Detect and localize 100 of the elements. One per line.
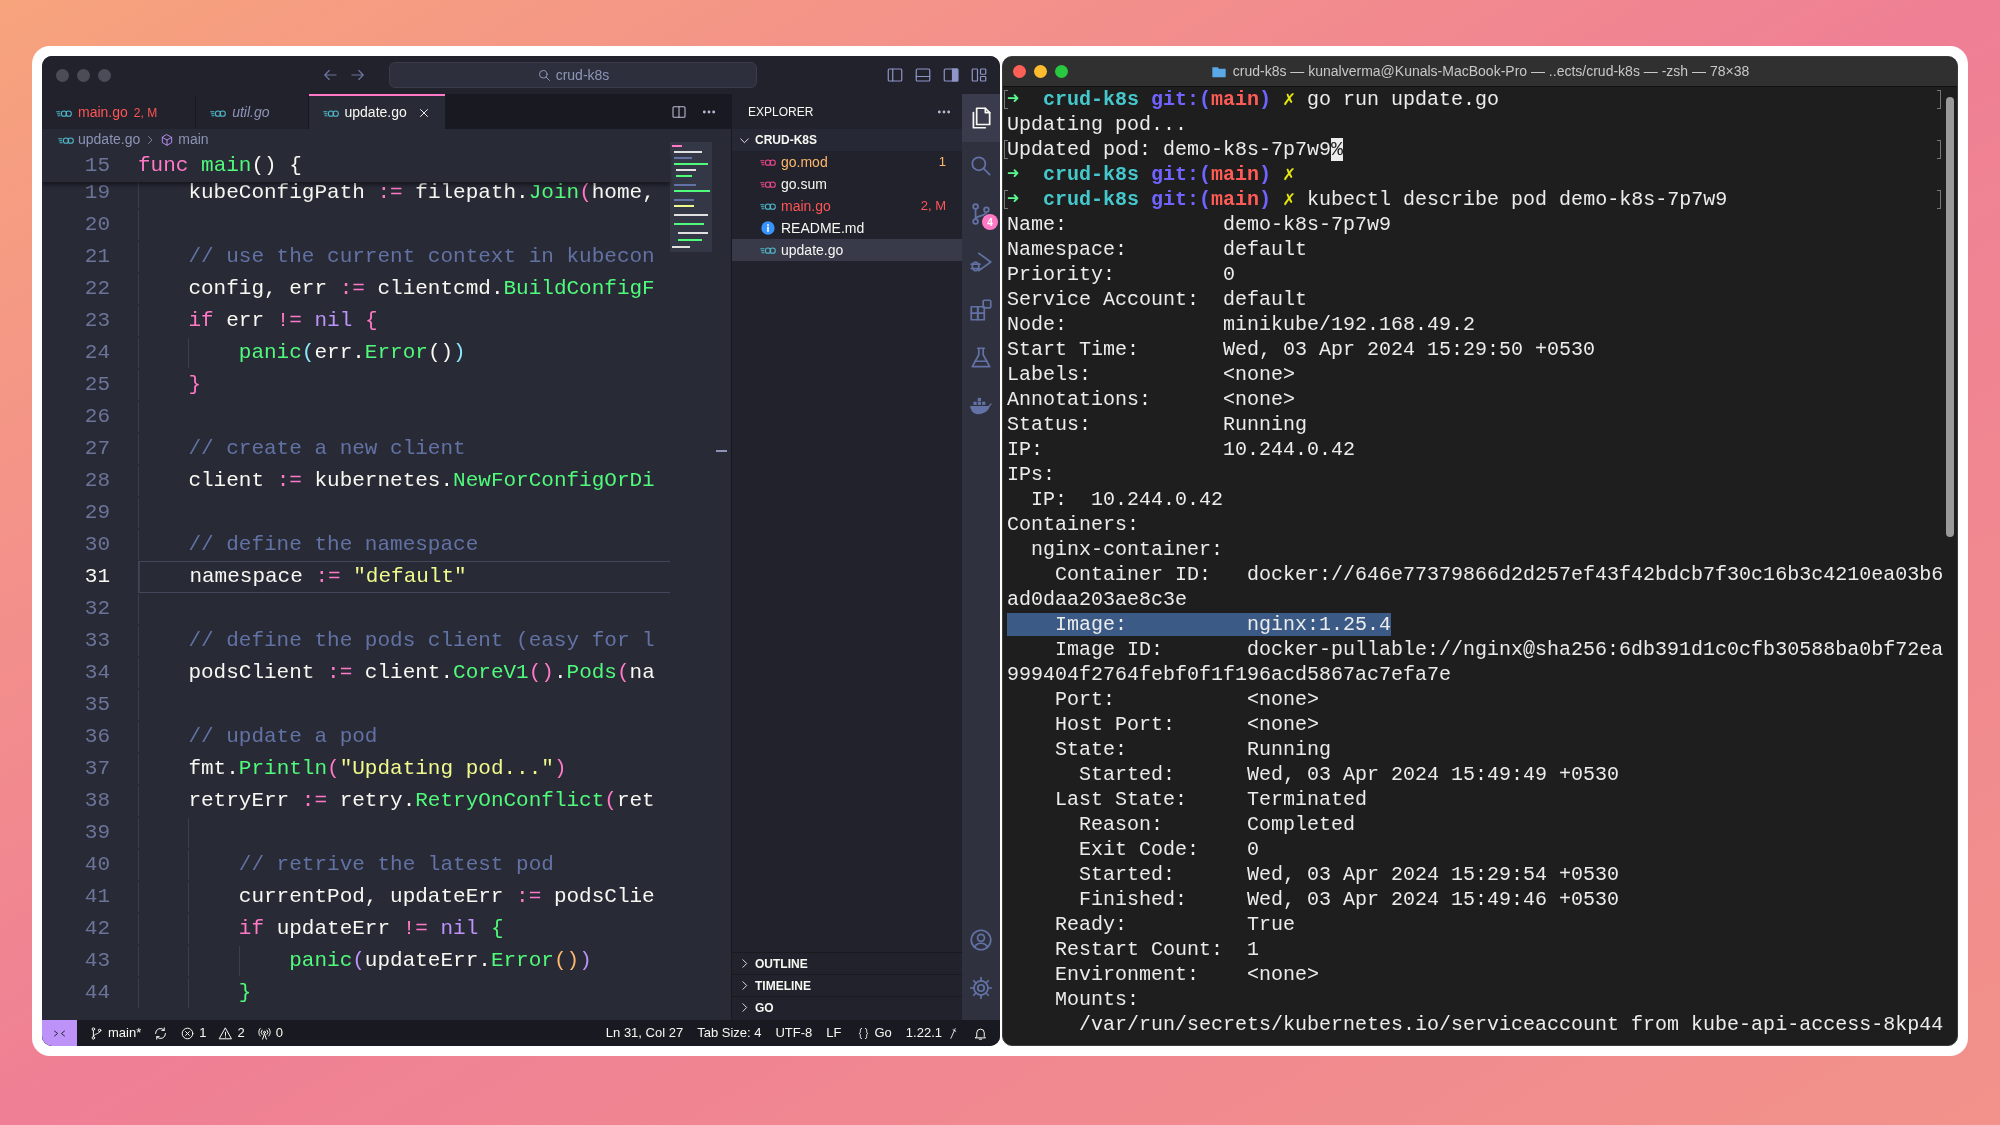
status-item[interactable]: LF: [826, 1023, 842, 1043]
terminal-line: Ready: True: [1054, 913, 1296, 936]
panel-title: EXPLORER: [748, 103, 814, 121]
code-line: currentPod, updateErr := podsClie: [237, 884, 655, 911]
code-line: client := kubernetes.NewForConfigOrDi: [187, 468, 655, 495]
status-item[interactable]: [973, 1025, 988, 1041]
status-item[interactable]: 1.22.1: [905, 1023, 959, 1043]
window-title: crud-k8s — kunalverma@Kunals-MacBook-Pro — ..ects/crud-k8s — -zsh — 78×38: [1232, 62, 1750, 81]
section-header[interactable]: TIMELINE: [732, 974, 962, 996]
code-line: // retrive the latest pod: [237, 852, 554, 879]
code-line: }: [187, 372, 201, 399]
terminal-line: Namespace: default: [1007, 238, 1308, 261]
line-marker: [1937, 140, 1942, 159]
info-icon: [760, 220, 776, 236]
terminal-line: Service Account: default: [1007, 288, 1308, 311]
terminal-line: ➜ crud-k8s git:(main) ✗ go run update.go: [1007, 88, 1500, 111]
breadcrumb-item[interactable]: main: [178, 129, 209, 150]
command-center-field[interactable]: crud-k8s: [389, 62, 757, 88]
code-line: // update a pod: [187, 724, 378, 751]
zoom-button[interactable]: [1055, 65, 1068, 78]
terminal-line: Priority: 0: [1007, 263, 1236, 286]
line-number: 24: [83, 340, 110, 367]
terminal-line: ➜ crud-k8s git:(main) ✗ kubectl describe pod demo-k8s-7p7w9: [1007, 188, 1728, 211]
minimize-button[interactable]: [1034, 65, 1047, 78]
sidebar-toggle-icon[interactable]: [942, 66, 960, 84]
terminal-line: IPs:: [1007, 463, 1055, 486]
code-line: }: [237, 980, 252, 1007]
editor-tab[interactable]: main.go 2, M: [42, 94, 197, 129]
line-number: 15: [83, 153, 110, 180]
code-line: panic(err.Error()): [237, 340, 466, 367]
line-number: 20: [83, 212, 110, 239]
status-item[interactable]: UTF-8: [775, 1023, 813, 1043]
account-icon: [968, 927, 994, 953]
line-number: 22: [83, 276, 110, 303]
line-number: 21: [83, 244, 110, 271]
minimap-drawing[interactable]: [670, 142, 712, 252]
terminal-line: Name: demo-k8s-7p7w9: [1007, 213, 1392, 236]
layout-icon[interactable]: [970, 66, 988, 84]
line-number: 38: [83, 788, 110, 815]
line-number: 31: [83, 564, 110, 591]
terminal-line: Containers:: [1007, 513, 1140, 536]
line-marker: [1937, 190, 1942, 209]
terminal-line: Environment: <none>: [1054, 963, 1320, 986]
antenna-icon: [256, 1025, 272, 1041]
section-header[interactable]: GO: [732, 996, 962, 1018]
code-line: func main() {: [138, 153, 302, 180]
terminal-line: IP: 10.244.0.42: [1007, 438, 1356, 461]
activity-tab[interactable]: [962, 94, 1000, 142]
code-line: retryErr := retry.RetryOnConflict(ret: [187, 788, 655, 815]
status-item[interactable]: Go: [855, 1023, 892, 1043]
scrollbar-thumb[interactable]: [1946, 97, 1955, 537]
status-item[interactable]: [153, 1025, 169, 1041]
code-line: // define the namespace: [187, 532, 479, 559]
code-line: if err != nil {: [187, 308, 378, 335]
terminal-line: Port: <none>: [1054, 688, 1320, 711]
line-number: 29: [83, 500, 110, 527]
panel-toggle-icon[interactable]: [914, 66, 932, 84]
line-number: 28: [83, 468, 110, 495]
close-button[interactable]: [1013, 65, 1026, 78]
status-item[interactable]: Ln 31, Col 27: [605, 1023, 684, 1043]
code-line: podsClient := client.CoreV1().Pods(na: [187, 660, 655, 687]
braces-icon: [855, 1025, 871, 1041]
terminal-line: Exit Code: 0: [1078, 838, 1260, 861]
code-line: fmt.Println("Updating pod..."): [187, 756, 567, 783]
editor-tab[interactable]: update.go: [308, 94, 445, 129]
sidebar-toggle-icon[interactable]: [886, 66, 904, 84]
line-number: 26: [83, 404, 110, 431]
branch-icon: [89, 1025, 104, 1041]
file-item[interactable]: README.md: [732, 217, 962, 239]
line-number: 33: [83, 628, 110, 655]
file-item[interactable]: go.sum: [732, 173, 962, 195]
code-line: namespace := "default": [188, 564, 467, 591]
section-header[interactable]: OUTLINE: [732, 952, 962, 974]
file-item[interactable]: main.go 2, M: [732, 195, 962, 217]
code-line: config, err := clientcmd.BuildConfigF: [187, 276, 655, 303]
terminal-line: Updating pod...: [1007, 113, 1188, 136]
terminal-line: Image ID: docker-pullable://nginx@sha256:6db391d1c0cfb30588ba0bf72ea: [1054, 638, 1944, 661]
terminal-line: Start Time: Wed, 03 Apr 2024 15:29:50 +0530: [1007, 338, 1596, 361]
sync-icon: [153, 1025, 169, 1041]
file-item[interactable]: go.mod 1: [732, 151, 962, 173]
count-badge: 4: [982, 214, 998, 230]
file-item[interactable]: update.go: [732, 239, 962, 261]
line-number: 34: [83, 660, 110, 687]
error-icon: [180, 1025, 196, 1041]
terminal-line: Restart Count: 1: [1054, 938, 1260, 961]
status-item[interactable]: 0: [256, 1023, 283, 1043]
code-line: panic(updateErr.Error()): [288, 948, 592, 975]
editor-tab[interactable]: util.go: [196, 94, 309, 129]
line-marker: [1937, 90, 1942, 109]
breadcrumb-item[interactable]: update.go: [78, 129, 141, 150]
line-number: 25: [83, 372, 110, 399]
line-number: 43: [83, 948, 110, 975]
terminal-line: State: Running: [1054, 738, 1332, 761]
status-item[interactable]: 1: [180, 1023, 207, 1043]
terminal-line: Node: minikube/192.168.49.2: [1007, 313, 1476, 336]
status-item[interactable]: Tab Size: 4: [697, 1023, 762, 1043]
status-item[interactable]: 2: [218, 1023, 245, 1043]
folder-header[interactable]: CRUD-K8S: [732, 129, 962, 151]
split-editor-icon[interactable]: [671, 103, 687, 120]
status-item[interactable]: main*: [89, 1023, 142, 1043]
